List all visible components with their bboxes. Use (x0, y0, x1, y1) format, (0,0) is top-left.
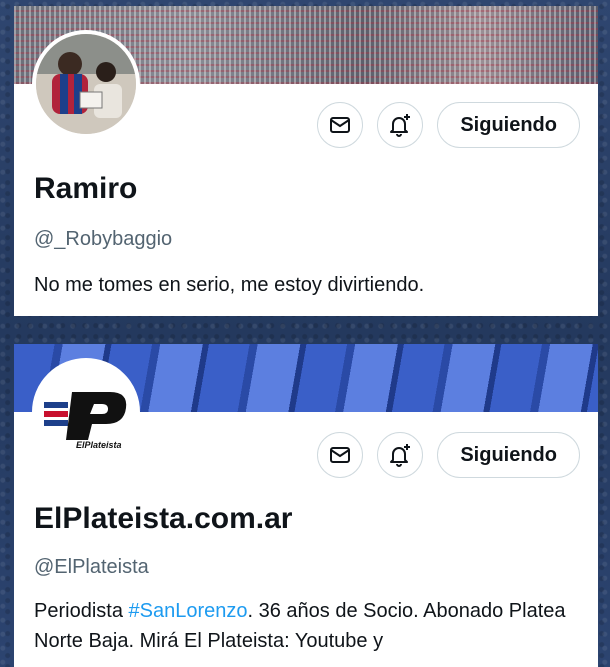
profile-card-ramiro: Siguiendo Ramiro @_Robybaggio No me tome… (14, 6, 598, 316)
profile-actions: Siguiendo (317, 432, 580, 478)
profile-card-elplateista: ElPlateista Siguiendo ElPlateista.com.ar… (14, 344, 598, 667)
profile-name: ElPlateista.com.ar (34, 502, 293, 535)
hashtag-link[interactable]: #SanLorenzo (129, 600, 248, 622)
following-button[interactable]: Siguiendo (437, 102, 580, 148)
following-button[interactable]: Siguiendo (437, 432, 580, 478)
notifications-button[interactable] (377, 102, 424, 148)
avatar[interactable] (32, 30, 140, 138)
avatar[interactable]: ElPlateista (32, 358, 140, 466)
mail-icon (330, 447, 351, 463)
profile-handle: @_Robybaggio (34, 228, 173, 250)
profile-handle: @ElPlateista (34, 556, 149, 578)
bell-plus-icon (390, 444, 411, 467)
profile-bio: No me tomes en serio, me estoy divirtien… (34, 274, 425, 296)
message-button[interactable] (317, 102, 364, 148)
mail-icon (330, 117, 351, 133)
profile-actions: Siguiendo (317, 102, 580, 148)
bell-plus-icon (390, 114, 411, 137)
avatar-photo (36, 34, 136, 134)
profile-bio: Periodista #SanLorenzo. 36 años de Socio… (34, 596, 584, 656)
elplateista-logo: ElPlateista (36, 362, 136, 462)
logo-text: ElPlateista (76, 440, 122, 450)
message-button[interactable] (317, 432, 364, 478)
notifications-button[interactable] (377, 432, 424, 478)
profile-name: Ramiro (34, 172, 138, 205)
bio-text-start: Periodista (34, 600, 129, 622)
